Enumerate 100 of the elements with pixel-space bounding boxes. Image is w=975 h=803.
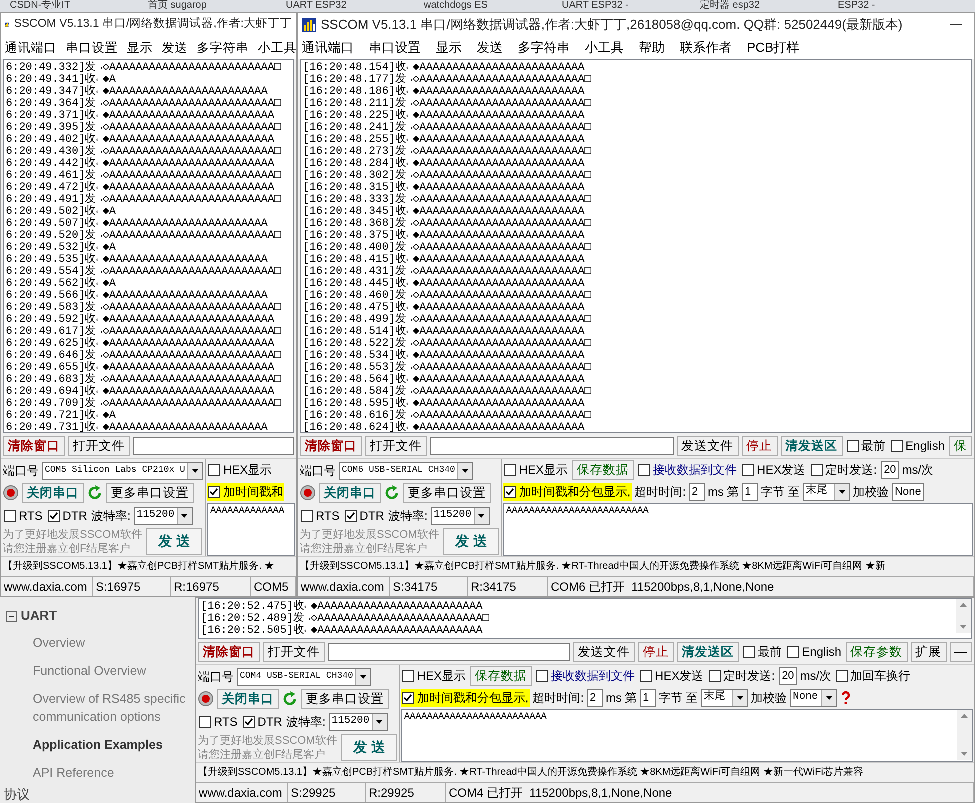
checkbox[interactable]: RTS <box>300 506 341 525</box>
dropdown[interactable]: None <box>790 689 838 707</box>
button[interactable]: 清发送区 <box>780 436 843 456</box>
input-field[interactable]: 2 <box>689 483 706 501</box>
button[interactable]: 清除窗口 <box>198 642 260 662</box>
button[interactable]: 关闭串口 <box>22 483 84 504</box>
nav-link[interactable]: Overview of RS485 specific communication options <box>0 685 195 731</box>
button[interactable]: 停止 <box>638 642 674 662</box>
button[interactable]: 打开文件 <box>68 436 130 456</box>
input-field[interactable]: 1 <box>742 483 758 501</box>
menu-item[interactable]: 联系作者 <box>680 38 732 58</box>
input-field[interactable] <box>328 642 570 660</box>
browser-tab[interactable]: UART ESP32 <box>282 0 418 12</box>
menu-item[interactable]: 小工具 <box>585 38 624 58</box>
button[interactable]: 清发送区 <box>677 642 740 662</box>
button[interactable]: 扩展 <box>910 642 946 662</box>
input-field[interactable] <box>133 436 294 454</box>
nav-link[interactable]: Overview <box>0 629 195 657</box>
section-heading[interactable]: UART <box>21 606 58 626</box>
button[interactable]: 保存参数 <box>846 642 908 662</box>
dropdown[interactable]: COM5 Silicon Labs CP210x U <box>42 462 204 480</box>
button[interactable]: 打开文件 <box>365 436 427 456</box>
checkbox[interactable]: HEX发送 <box>741 461 807 479</box>
menu-item[interactable]: 显示 <box>127 38 153 58</box>
dropdown[interactable]: 末尾 <box>803 483 850 501</box>
button[interactable]: 关闭串口 <box>217 689 279 710</box>
input-field[interactable]: 1 <box>640 689 656 707</box>
nav-link[interactable]: API Reference <box>0 759 195 787</box>
checkbox[interactable]: HEX显示 <box>401 667 468 685</box>
checkbox[interactable]: 加时间戳和分包显示, <box>401 689 530 707</box>
button[interactable]: 发送文件 <box>573 642 636 662</box>
button[interactable]: 保存数据 <box>470 666 532 686</box>
checkbox[interactable]: 定时发送: <box>810 461 878 479</box>
button[interactable]: 更多串口设置 <box>106 483 194 504</box>
checkbox[interactable]: HEX显示 <box>207 461 274 479</box>
browser-tab[interactable]: CSDN-专业IT <box>6 0 142 12</box>
browser-tab[interactable]: ESP32 - <box>834 0 970 12</box>
send-button[interactable]: 发 送 <box>341 734 398 762</box>
checkbox[interactable]: RTS <box>3 506 44 525</box>
checkbox[interactable]: 定时发送: <box>708 667 776 685</box>
section-heading[interactable]: 协议 <box>0 787 195 802</box>
menu-item[interactable]: 通讯端口 <box>302 38 354 58</box>
send-button[interactable]: 发 送 <box>443 528 500 556</box>
checkbox[interactable]: 加时间戳和分包显示, <box>503 483 632 501</box>
checkbox[interactable]: 最前 <box>742 642 784 660</box>
checkbox[interactable]: 接收数据到文件 <box>637 461 738 479</box>
browser-tab[interactable]: UART ESP32 - <box>558 0 694 12</box>
dropdown[interactable]: 115200 <box>134 506 193 525</box>
nav-link[interactable]: Application Examples <box>0 731 195 759</box>
menu-item[interactable]: 帮助 <box>639 38 665 58</box>
checkbox[interactable]: DTR <box>344 506 386 525</box>
menu-item[interactable]: 串口设置 <box>66 38 118 58</box>
checkbox[interactable]: 加时间戳和 <box>207 483 284 501</box>
checkbox[interactable]: DTR <box>46 506 88 525</box>
dropdown[interactable]: COM6 USB-SERIAL CH340 <box>339 462 474 480</box>
checkbox[interactable]: 最前 <box>846 436 887 454</box>
button[interactable]: 打开文件 <box>263 642 325 662</box>
checkbox[interactable]: English <box>786 642 842 660</box>
nav-link[interactable]: Functional Overview <box>0 657 195 685</box>
checkbox[interactable]: DTR <box>242 712 284 731</box>
input-field[interactable]: 20 <box>779 667 798 685</box>
button[interactable]: 更多串口设置 <box>301 689 389 710</box>
dropdown[interactable]: 末尾 <box>701 689 748 707</box>
checkbox[interactable]: 加回车换行 <box>834 667 912 685</box>
log-line: 6:20:49.430]发→◇AAAAAAAAAAAAAAAAAAAAAAAAA□ <box>6 146 282 158</box>
menu-item[interactable]: 多字符串 <box>518 38 570 58</box>
send-textarea[interactable]: AAAAAAAAAAAAAAAAAAAAAAAAA <box>401 709 973 762</box>
input-field[interactable]: 20 <box>881 461 900 479</box>
menu-item[interactable]: 发送 <box>477 38 503 58</box>
dropdown[interactable]: 115200 <box>430 506 490 525</box>
send-textarea[interactable]: AAAAAAAAAAAAA <box>207 503 295 556</box>
input-field[interactable]: 2 <box>587 689 604 707</box>
dropdown[interactable]: COM4 USB-SERIAL CH340 <box>237 668 372 686</box>
send-button[interactable]: 发 送 <box>146 528 202 556</box>
menu-item[interactable]: 串口设置 <box>369 38 421 58</box>
input-field[interactable]: None <box>892 483 924 501</box>
browser-tab[interactable]: watchdogs ES <box>420 0 556 12</box>
send-textarea[interactable]: AAAAAAAAAAAAAAAAAAAAAAAAA <box>503 503 973 556</box>
menu-item[interactable]: PCB打样 <box>747 38 800 58</box>
checkbox[interactable]: HEX发送 <box>639 667 705 685</box>
menu-item[interactable]: 显示 <box>436 38 462 58</box>
checkbox[interactable]: English <box>890 436 946 454</box>
menu-item[interactable]: 发送 <box>162 38 188 58</box>
browser-tab[interactable]: 首页 sugarop <box>144 0 280 12</box>
button[interactable]: 关闭串口 <box>319 483 381 504</box>
menu-item[interactable]: 通讯端口 <box>5 38 57 58</box>
input-field[interactable] <box>430 436 674 454</box>
button[interactable]: 停止 <box>742 436 778 456</box>
button[interactable]: 发送文件 <box>676 436 739 456</box>
button[interactable]: — <box>950 642 972 662</box>
button[interactable]: 保 <box>949 436 972 456</box>
checkbox[interactable]: RTS <box>198 712 239 731</box>
button[interactable]: 清除窗口 <box>300 436 362 456</box>
button[interactable]: 保存数据 <box>572 460 634 480</box>
button[interactable]: 清除窗口 <box>3 436 65 456</box>
checkbox[interactable]: HEX显示 <box>503 461 570 479</box>
checkbox[interactable]: 接收数据到文件 <box>535 667 636 685</box>
menu-item[interactable]: 多字符串 <box>197 38 249 58</box>
dropdown[interactable]: 115200 <box>328 712 388 731</box>
button[interactable]: 更多串口设置 <box>403 483 491 504</box>
